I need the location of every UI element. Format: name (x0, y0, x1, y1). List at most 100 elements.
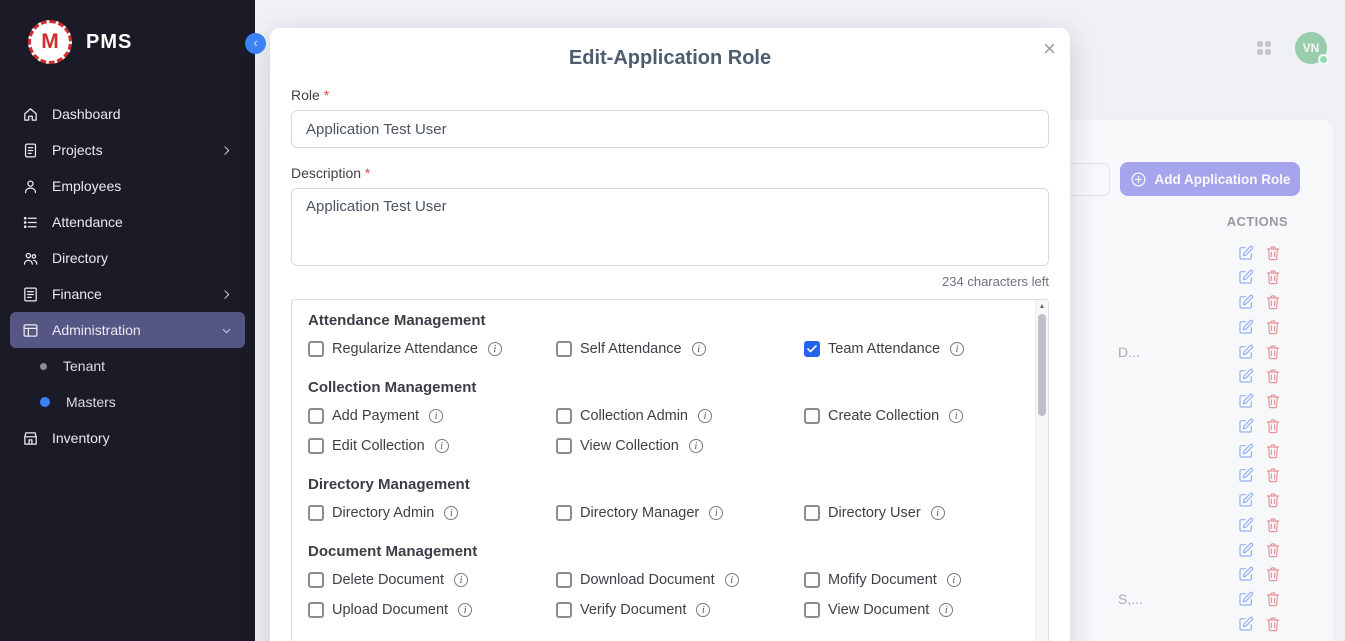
info-icon[interactable]: i (949, 409, 963, 423)
description-textarea[interactable]: Application Test User (291, 188, 1049, 266)
logo: M PMS (0, 0, 255, 82)
role-label: Role * (291, 86, 1049, 104)
info-icon[interactable]: i (696, 603, 710, 617)
person-icon (22, 178, 39, 195)
checkbox[interactable] (804, 408, 820, 424)
checkbox[interactable] (556, 341, 572, 357)
info-icon[interactable]: i (458, 603, 472, 617)
info-icon[interactable]: i (698, 409, 712, 423)
list-icon (22, 214, 39, 231)
permission-label: Mofify Document (828, 572, 937, 588)
description-label-text: Description (291, 165, 361, 181)
checkbox[interactable] (308, 572, 324, 588)
info-icon[interactable]: i (689, 439, 703, 453)
info-icon[interactable]: i (725, 573, 739, 587)
info-icon[interactable]: i (444, 506, 458, 520)
checkbox[interactable] (804, 341, 820, 357)
permission-grid: Delete DocumentiDownload DocumentiMofify… (308, 570, 1020, 620)
permission-label: Directory Manager (580, 505, 699, 521)
bullet-icon (40, 397, 50, 407)
permission-item-collection-admin[interactable]: Collection Admini (556, 406, 804, 426)
info-icon[interactable]: i (931, 506, 945, 520)
scrollbar-thumb[interactable] (1038, 314, 1046, 416)
permission-item-create-collection[interactable]: Create Collectioni (804, 406, 1020, 426)
sidebar-item-label: Inventory (52, 430, 110, 446)
finance-icon (22, 286, 39, 303)
sidebar-item-projects[interactable]: Projects (10, 132, 245, 168)
permission-item-add-payment[interactable]: Add Paymenti (308, 406, 556, 426)
permission-item-directory-manager[interactable]: Directory Manager i (556, 503, 804, 523)
permission-label: Verify Document (580, 602, 686, 618)
permission-item-regularize-attendance[interactable]: Regularize Attendance i (308, 339, 556, 359)
sidebar-subitem-masters[interactable]: Masters (10, 384, 245, 420)
info-icon[interactable]: i (950, 342, 964, 356)
info-icon[interactable]: i (435, 439, 449, 453)
permission-item-view-collection[interactable]: View Collectioni (556, 436, 804, 456)
permissions-panel: Attendance ManagementRegularize Attendan… (291, 299, 1049, 641)
checkbox[interactable] (308, 602, 324, 618)
kanban-icon (22, 142, 39, 159)
role-label-text: Role (291, 87, 320, 103)
info-icon[interactable]: i (454, 573, 468, 587)
store-icon (22, 430, 39, 447)
permission-grid: Add PaymentiCollection AdminiCreate Coll… (308, 406, 1020, 456)
info-icon[interactable]: i (429, 409, 443, 423)
checkbox[interactable] (556, 438, 572, 454)
permission-label: Regularize Attendance (332, 341, 478, 357)
scroll-down-icon[interactable]: ▼ (1036, 637, 1048, 641)
permission-item-directory-admin[interactable]: Directory Admin i (308, 503, 556, 523)
sidebar-collapse-button[interactable]: ‹ (245, 33, 266, 54)
permissions-scrollbar[interactable]: ▲ ▼ (1035, 300, 1048, 641)
sidebar-item-attendance[interactable]: Attendance (10, 204, 245, 240)
sidebar-item-label: Finance (52, 286, 102, 302)
permission-item-team-attendance[interactable]: Team Attendancei (804, 339, 1020, 359)
logo-letter: M (41, 30, 59, 54)
close-icon[interactable]: × (1043, 38, 1056, 60)
chevron-down-icon (220, 324, 233, 337)
modal-title: Edit-Application Role (291, 46, 1049, 70)
home-icon (22, 106, 39, 123)
permission-item-view-document[interactable]: View Documenti (804, 600, 1020, 620)
checkbox[interactable] (556, 602, 572, 618)
sidebar-item-employees[interactable]: Employees (10, 168, 245, 204)
info-icon[interactable]: i (692, 342, 706, 356)
checkbox[interactable] (804, 572, 820, 588)
permission-item-upload-document[interactable]: Upload Document i (308, 600, 556, 620)
checkbox[interactable] (308, 505, 324, 521)
sidebar-item-dashboard[interactable]: Dashboard (10, 96, 245, 132)
sidebar-item-inventory[interactable]: Inventory (10, 420, 245, 456)
sidebar-item-directory[interactable]: Directory (10, 240, 245, 276)
checkbox[interactable] (308, 438, 324, 454)
sidebar-item-finance[interactable]: Finance (10, 276, 245, 312)
info-icon[interactable]: i (947, 573, 961, 587)
permissions-content: Attendance ManagementRegularize Attendan… (292, 300, 1048, 628)
checkbox[interactable] (804, 602, 820, 618)
characters-left-counter: 234 characters left (291, 274, 1049, 289)
checkbox[interactable] (804, 505, 820, 521)
info-icon[interactable]: i (709, 506, 723, 520)
info-icon[interactable]: i (488, 342, 502, 356)
app-root: M PMS DashboardProjectsEmployeesAttendan… (0, 0, 1345, 641)
permission-item-edit-collection[interactable]: Edit Collectioni (308, 436, 556, 456)
sidebar-item-administration[interactable]: Administration (10, 312, 245, 348)
checkbox[interactable] (556, 572, 572, 588)
scroll-up-icon[interactable]: ▲ (1036, 300, 1048, 313)
permission-item-download-document[interactable]: Download Documenti (556, 570, 804, 590)
permission-item-directory-user[interactable]: Directory Useri (804, 503, 1020, 523)
checkbox[interactable] (556, 408, 572, 424)
permission-item-verify-document[interactable]: Verify Document i (556, 600, 804, 620)
checkbox[interactable] (556, 505, 572, 521)
permission-label: Upload Document (332, 602, 448, 618)
role-input[interactable] (291, 110, 1049, 148)
permission-grid: Directory AdminiDirectory ManageriDirect… (308, 503, 1020, 523)
permission-item-delete-document[interactable]: Delete Documenti (308, 570, 556, 590)
checkbox[interactable] (308, 408, 324, 424)
info-icon[interactable]: i (939, 603, 953, 617)
check-icon (806, 343, 818, 355)
sidebar-subitem-tenant[interactable]: Tenant (10, 348, 245, 384)
permission-label: Directory Admin (332, 505, 434, 521)
checkbox[interactable] (308, 341, 324, 357)
permission-item-self-attendance[interactable]: Self Attendancei (556, 339, 804, 359)
permission-item-mofify-document[interactable]: Mofify Document i (804, 570, 1020, 590)
sidebar: M PMS DashboardProjectsEmployeesAttendan… (0, 0, 255, 641)
